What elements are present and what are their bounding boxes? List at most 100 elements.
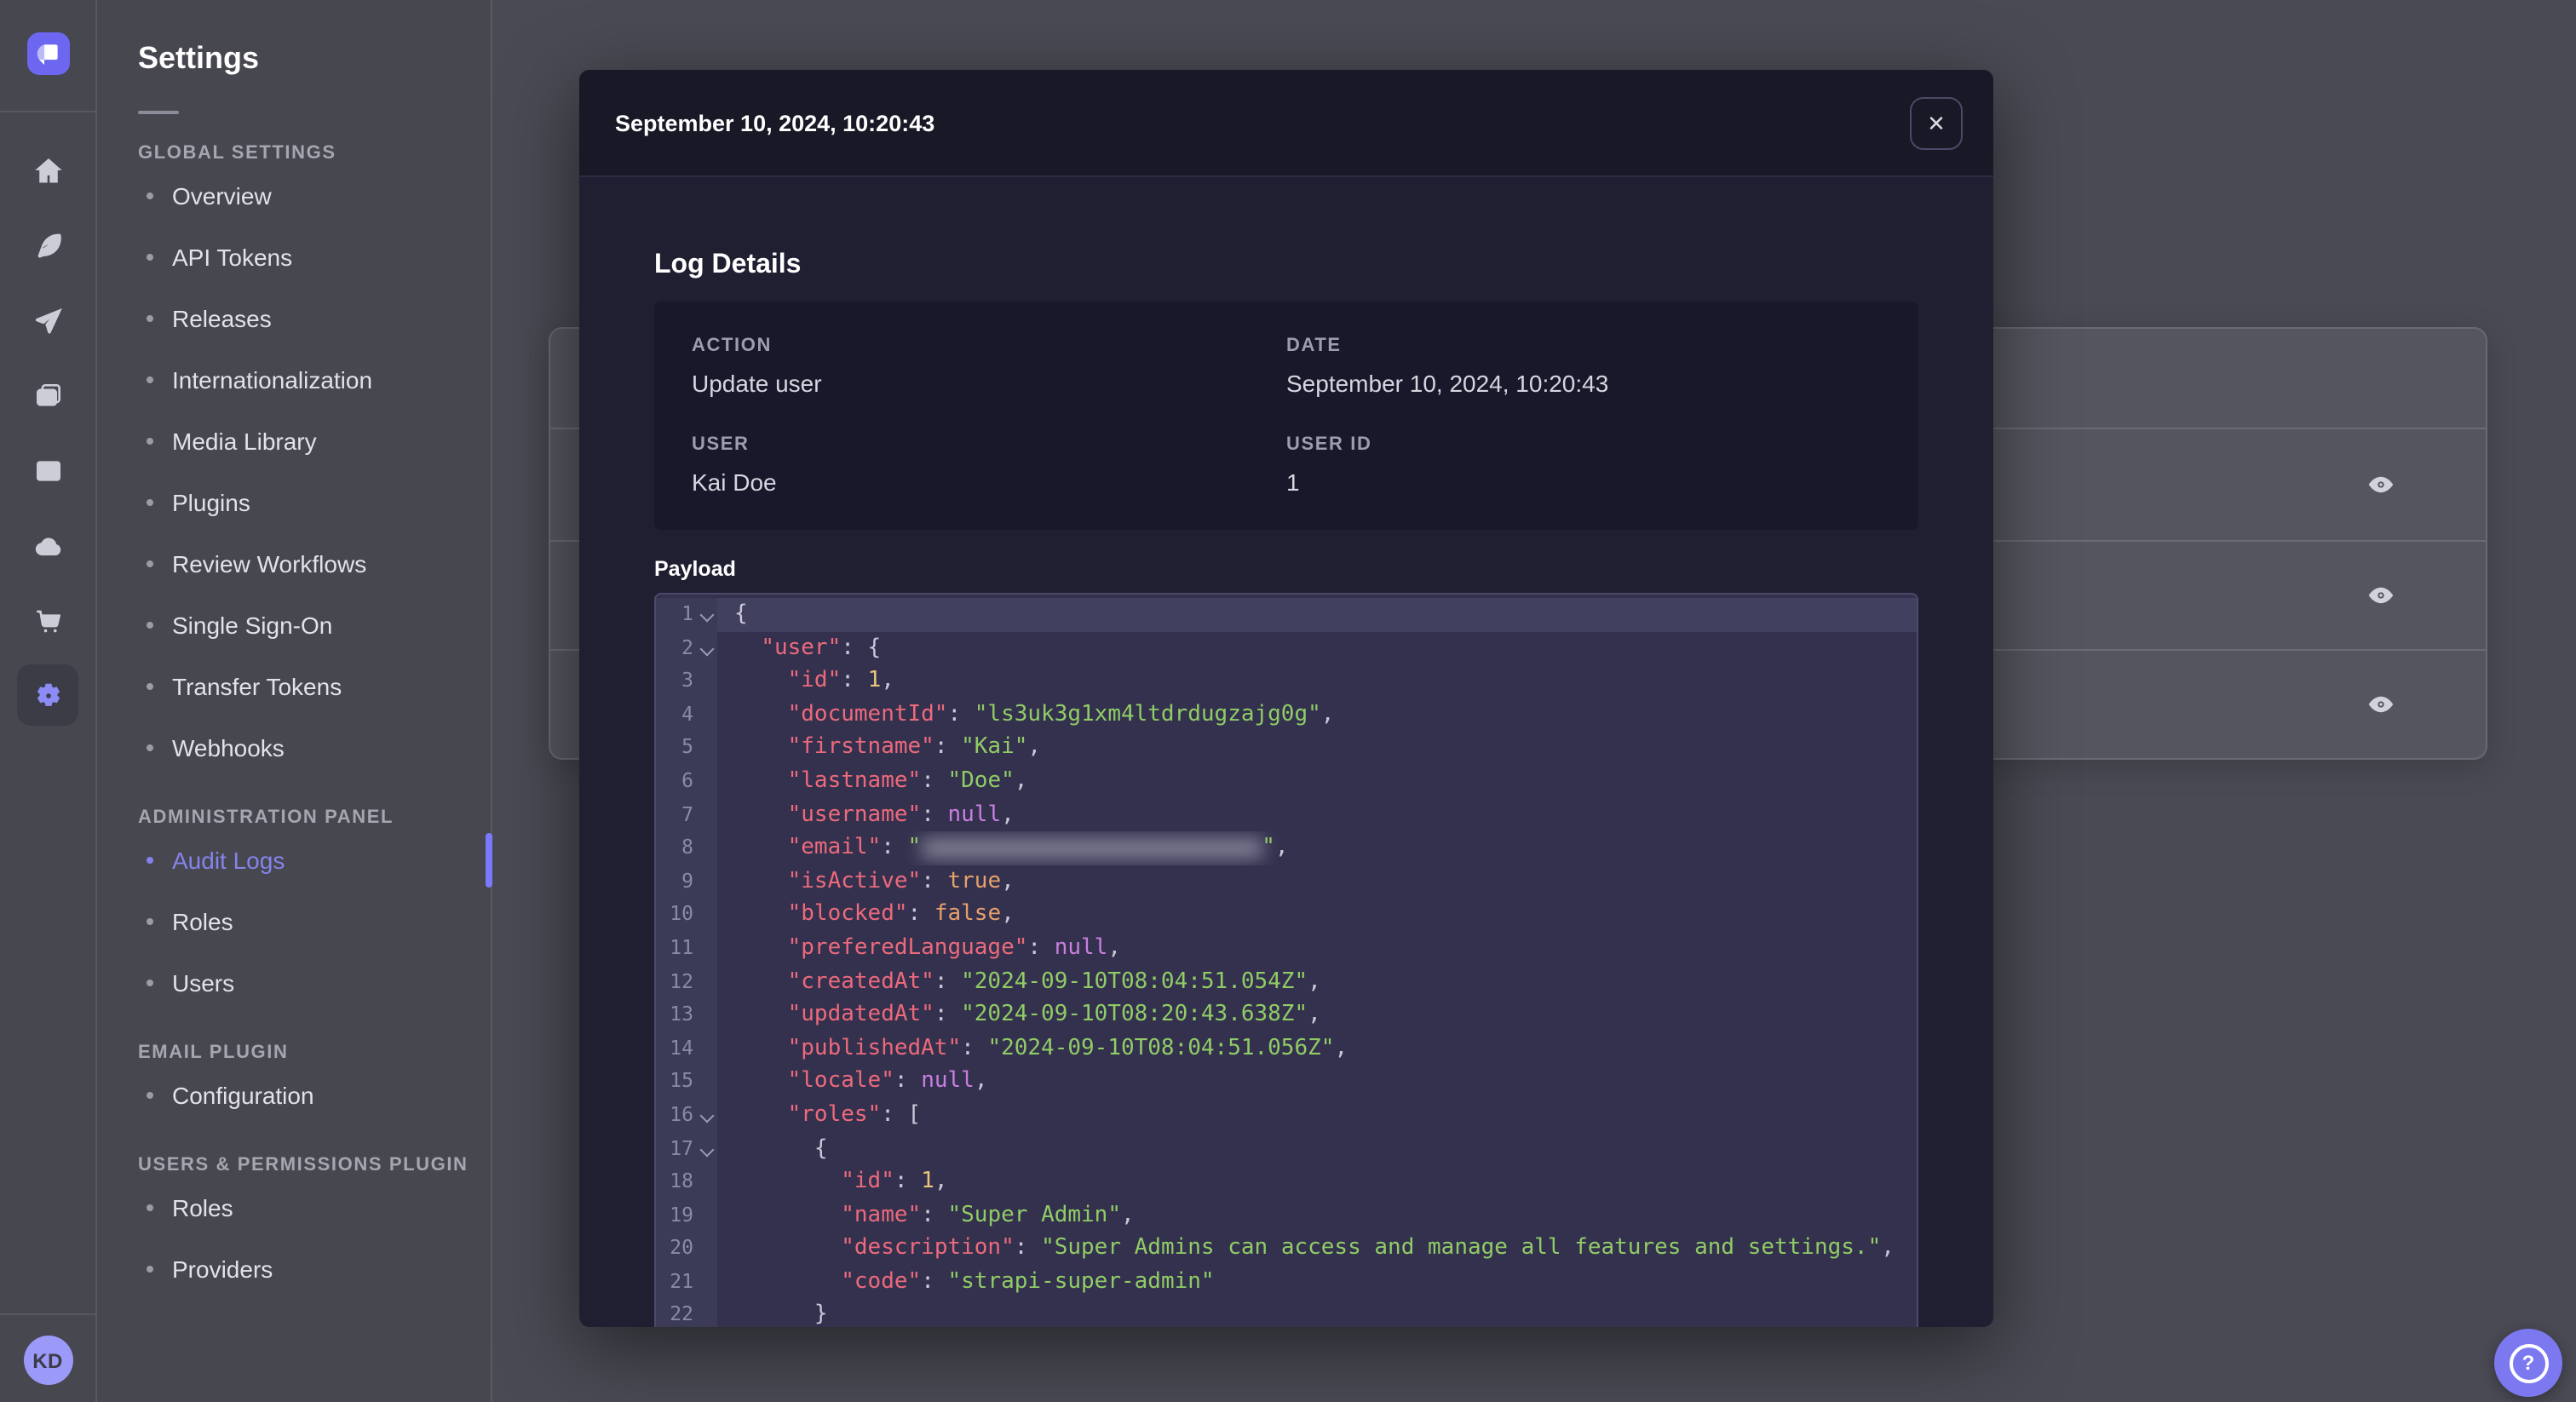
detail-value: Update user xyxy=(692,370,822,397)
sidebar-item-label: Overview xyxy=(172,182,272,210)
fold-chevron-icon[interactable] xyxy=(699,1141,715,1157)
code-line: 13 "updatedAt": "2024-09-10T08:20:43.638… xyxy=(656,998,1917,1032)
code-line: 8 "email": " ", xyxy=(656,831,1917,865)
rail-bottom: KD xyxy=(0,1313,95,1402)
bullet-icon xyxy=(147,560,153,567)
media-library-icon[interactable] xyxy=(17,365,78,426)
code-text: "description": "Super Admins can access … xyxy=(841,1235,1895,1261)
sidebar-item-webhooks[interactable]: Webhooks xyxy=(97,717,491,779)
sidebar-item-label: Transfer Tokens xyxy=(172,673,342,700)
nav-section-header: ADMINISTRATION PANEL xyxy=(138,807,394,828)
code-text: "email": " ", xyxy=(787,835,1289,861)
code-line: 16 "roles": [ xyxy=(656,1098,1917,1132)
sidebar-item-review-workflows[interactable]: Review Workflows xyxy=(97,533,491,595)
log-details-heading: Log Details xyxy=(654,250,802,279)
detail-field-date: DATE September 10, 2024, 10:20:43 xyxy=(1286,336,1881,397)
detail-label: ACTION xyxy=(692,336,772,356)
sidebar-item-label: Webhooks xyxy=(172,734,285,761)
bullet-icon xyxy=(147,438,153,445)
bullet-icon xyxy=(147,857,153,864)
question-mark-icon: ? xyxy=(2509,1343,2548,1382)
close-button[interactable]: ✕ xyxy=(1910,96,1963,149)
strapi-logo[interactable] xyxy=(26,32,69,75)
line-number: 1 xyxy=(656,598,717,632)
sidebar-item-releases[interactable]: Releases xyxy=(97,288,491,349)
detail-label: DATE xyxy=(1286,336,1342,356)
detail-field-user-id: USER ID 1 xyxy=(1286,434,1881,496)
code-text: "createdAt": "2024-09-10T08:04:51.054Z", xyxy=(787,968,1321,995)
sidebar-item-transfer-tokens[interactable]: Transfer Tokens xyxy=(97,656,491,717)
sidebar-item-label: Providers xyxy=(172,1255,273,1283)
user-avatar[interactable]: KD xyxy=(23,1336,72,1385)
cart-icon[interactable] xyxy=(17,589,78,651)
code-line: 17 { xyxy=(656,1132,1917,1166)
sidebar-item-internationalization[interactable]: Internationalization xyxy=(97,349,491,411)
fold-chevron-icon[interactable] xyxy=(699,607,715,623)
strapi-admin-app: KD Settings GLOBAL SETTINGS Overview API T… xyxy=(0,0,2576,1402)
line-number: 4 xyxy=(656,698,717,732)
sidebar-item-media-library[interactable]: Media Library xyxy=(97,411,491,472)
sidebar-item-roles[interactable]: Roles xyxy=(97,1177,491,1238)
line-number: 14 xyxy=(656,1031,717,1066)
sidebar-item-overview[interactable]: Overview xyxy=(97,165,491,227)
sidebar-item-users[interactable]: Users xyxy=(97,952,491,1014)
line-number: 6 xyxy=(656,764,717,799)
code-text: "user": { xyxy=(761,635,882,661)
payload-code-editor[interactable]: 1{2 "user": {3 "id": 1, 4 "documentId": "… xyxy=(654,593,1918,1327)
line-number: 8 xyxy=(656,831,717,865)
code-line: 12 "createdAt": "2024-09-10T08:04:51.054… xyxy=(656,965,1917,999)
code-text: "preferedLanguage": null, xyxy=(787,934,1121,961)
line-number: 15 xyxy=(656,1065,717,1099)
sidebar-item-configuration[interactable]: Configuration xyxy=(97,1065,491,1126)
icon-rail: KD xyxy=(0,0,97,1402)
sidebar-item-label: Audit Logs xyxy=(172,847,285,874)
code-text: "publishedAt": "2024-09-10T08:04:51.056Z… xyxy=(787,1035,1348,1061)
code-text: "lastname": "Doe", xyxy=(787,767,1028,794)
cloud-icon[interactable] xyxy=(17,514,78,576)
paper-plane-icon[interactable] xyxy=(17,290,78,351)
sidebar-item-label: Review Workflows xyxy=(172,550,367,577)
sidebar-item-single-sign-on[interactable]: Single Sign-On xyxy=(97,595,491,656)
nav-section: ADMINISTRATION PANEL Audit Logs Roles Users xyxy=(97,806,492,1014)
nav-section: GLOBAL SETTINGS Overview API Tokens Release… xyxy=(97,141,491,779)
sidebar-item-label: Roles xyxy=(172,1194,233,1221)
sidebar-item-roles[interactable]: Roles xyxy=(97,891,491,952)
modal-body: Log Details ACTION Update user DATE Septemb… xyxy=(579,250,1993,1327)
settings-nav: GLOBAL SETTINGS Overview API Tokens Release… xyxy=(97,141,492,1300)
feather-icon[interactable] xyxy=(17,215,78,276)
code-line: 18 "id": 1, xyxy=(656,1165,1917,1199)
sidebar-item-providers[interactable]: Providers xyxy=(97,1238,491,1300)
line-number: 9 xyxy=(656,865,717,899)
code-text: "isActive": true, xyxy=(787,868,1015,894)
modal-title: September 10, 2024, 10:20:43 xyxy=(615,110,935,135)
bullet-icon xyxy=(147,499,153,506)
title-divider xyxy=(138,111,179,114)
line-number: 3 xyxy=(656,664,717,698)
settings-gear-icon[interactable] xyxy=(17,664,78,726)
line-number: 12 xyxy=(656,965,717,999)
line-number: 21 xyxy=(656,1265,717,1299)
sidebar-item-api-tokens[interactable]: API Tokens xyxy=(97,227,491,288)
code-line: 20 "description": "Super Admins can acce… xyxy=(656,1232,1917,1266)
sidebar-item-label: Releases xyxy=(172,305,272,332)
detail-field-action: ACTION Update user xyxy=(692,336,1286,397)
home-icon[interactable] xyxy=(17,140,78,201)
sidebar-item-plugins[interactable]: Plugins xyxy=(97,472,491,533)
fold-chevron-icon[interactable] xyxy=(699,1108,715,1123)
line-number: 2 xyxy=(656,631,717,665)
code-line: 3 "id": 1, xyxy=(656,664,1917,698)
line-number: 17 xyxy=(656,1132,717,1166)
code-text: { xyxy=(734,1135,828,1161)
line-number: 16 xyxy=(656,1098,717,1132)
bullet-icon xyxy=(147,683,153,690)
layout-icon[interactable] xyxy=(17,440,78,501)
code-line: 11 "preferedLanguage": null, xyxy=(656,931,1917,966)
fold-chevron-icon[interactable] xyxy=(699,641,715,656)
payload-label: Payload xyxy=(654,557,736,581)
nav-section-header: GLOBAL SETTINGS xyxy=(138,143,336,164)
code-line: 7 "username": null, xyxy=(656,798,1917,832)
log-details-panel: ACTION Update user DATE September 10, 2024,… xyxy=(654,302,1918,530)
help-button[interactable]: ? xyxy=(2494,1329,2562,1397)
line-number: 7 xyxy=(656,798,717,832)
sidebar-item-audit-logs[interactable]: Audit Logs xyxy=(97,830,492,891)
